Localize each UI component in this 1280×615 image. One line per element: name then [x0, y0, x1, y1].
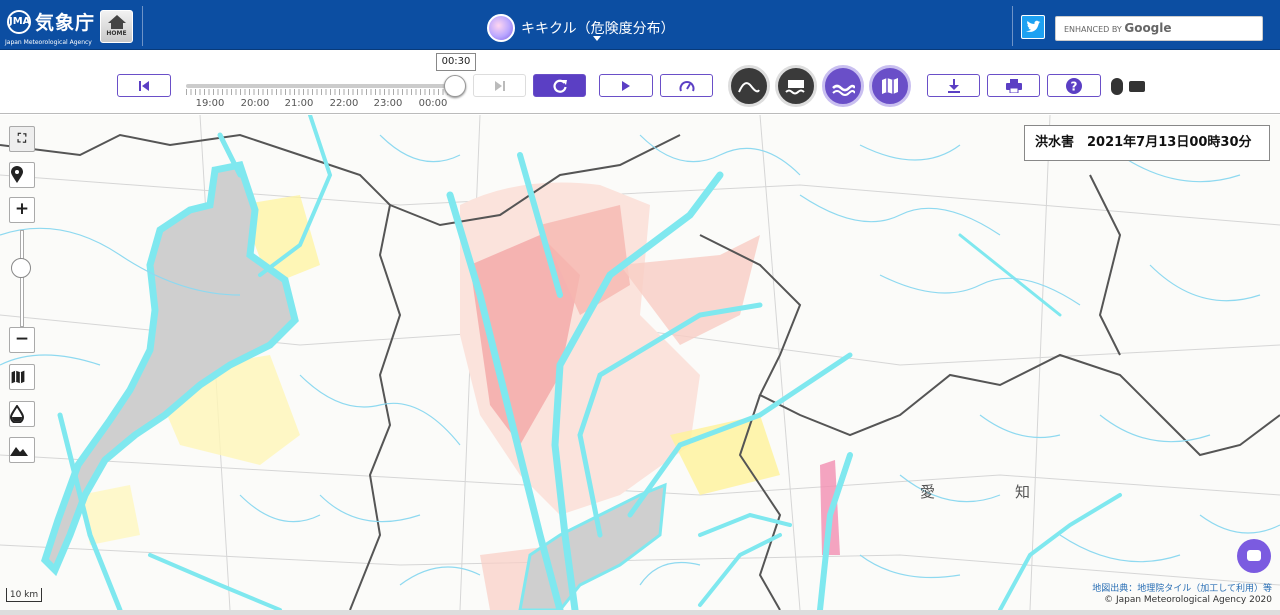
zoom-in-icon: +: [14, 199, 30, 219]
download-icon: [947, 78, 960, 93]
mouse-icon[interactable]: [1111, 78, 1123, 95]
time-slider-ticks: [186, 89, 456, 95]
map-attribution-link[interactable]: 地図出典：地理院タイル（加工して利用）等: [1092, 581, 1272, 594]
map-label-chi: 知: [1015, 483, 1030, 501]
kikikuru-icon: [487, 14, 515, 42]
svg-text:?: ?: [1071, 79, 1078, 93]
landslide-icon: [738, 82, 760, 93]
copyright-text: © Japan Meteorological Agency 2020: [1104, 595, 1272, 605]
twitter-button[interactable]: [1021, 15, 1045, 39]
landslide-layer-button[interactable]: [728, 65, 770, 107]
time-label: 21:00: [284, 98, 314, 109]
help-icon: ?: [1066, 77, 1082, 94]
logo-english-text: Japan Meteorological Agency: [5, 39, 92, 46]
home-label: HOME: [106, 30, 127, 37]
skip-to-end-icon: [494, 80, 505, 91]
print-button[interactable]: [987, 74, 1040, 97]
refresh-icon: [552, 79, 567, 93]
download-button[interactable]: [927, 74, 980, 97]
flood-layer-button[interactable]: [822, 65, 864, 107]
time-slider-track[interactable]: [186, 84, 456, 88]
twitter-icon: [1026, 20, 1041, 32]
fullscreen-button[interactable]: ⛶: [9, 126, 35, 152]
speedometer-icon: [679, 80, 694, 91]
header-divider: [142, 6, 143, 46]
skip-to-start-button[interactable]: [117, 74, 171, 97]
toolbar: 00:30 19:00 20:00 21:00 22:00 23:00 00:0…: [0, 51, 1280, 114]
play-icon: [622, 80, 630, 91]
play-button[interactable]: [599, 74, 653, 97]
inundation-icon: [785, 80, 805, 95]
zoom-out-button[interactable]: −: [9, 327, 35, 353]
jma-emblem-icon: JMA: [7, 10, 31, 34]
map-canvas[interactable]: 愛 知: [0, 115, 1280, 610]
scale-bar: 10 km: [6, 588, 42, 602]
header-bar: JMA 気象庁 Japan Meteorological Agency HOME…: [0, 0, 1280, 50]
help-button[interactable]: ?: [1047, 74, 1101, 97]
map-view[interactable]: 愛 知 ⛶ + − 洪水害 2021年7月13日00時30分 地図出典：地理院タ…: [0, 115, 1280, 610]
chevron-down-icon: [593, 36, 601, 41]
map-layer-button[interactable]: [869, 65, 911, 107]
skip-to-end-button[interactable]: [473, 74, 526, 97]
jma-logo[interactable]: JMA 気象庁 Japan Meteorological Agency: [2, 6, 98, 46]
refresh-button[interactable]: [533, 74, 586, 97]
printer-icon: [1005, 78, 1022, 93]
zoom-slider-track[interactable]: [20, 230, 24, 327]
time-label: 20:00: [240, 98, 270, 109]
chat-button[interactable]: [1237, 539, 1271, 573]
time-slider-thumb[interactable]: [444, 75, 466, 97]
page-title-selector[interactable]: キキクル（危険度分布）: [487, 14, 675, 42]
page-title: キキクル（危険度分布）: [521, 21, 675, 37]
zoom-slider-thumb[interactable]: [11, 258, 31, 278]
terrain-icon: [10, 447, 28, 456]
search-input[interactable]: ENHANCED BY Google: [1055, 16, 1263, 41]
zoom-in-button[interactable]: +: [9, 197, 35, 223]
map-icon: [11, 370, 25, 384]
search-prefix: ENHANCED BY: [1064, 25, 1122, 34]
current-location-button[interactable]: [9, 162, 35, 188]
current-time-tooltip: 00:30: [436, 53, 476, 71]
terrain-layer-button[interactable]: [9, 437, 35, 463]
speed-button[interactable]: [660, 74, 713, 97]
home-icon: [107, 15, 126, 23]
base-map-button[interactable]: [9, 364, 35, 390]
keyboard-icon[interactable]: [1129, 81, 1145, 92]
header-divider: [1012, 6, 1013, 46]
home-button[interactable]: HOME: [100, 10, 133, 43]
skip-to-start-icon: [139, 80, 149, 91]
logo-japanese-text: 気象庁: [35, 12, 96, 34]
fullscreen-icon: ⛶: [17, 131, 27, 145]
water-drop-icon: [10, 405, 24, 423]
time-label: 19:00: [195, 98, 225, 109]
rainfall-layer-button[interactable]: [9, 401, 35, 427]
time-label: 23:00: [373, 98, 403, 109]
zoom-out-icon: −: [14, 329, 30, 349]
inundation-layer-button[interactable]: [775, 65, 817, 107]
time-label: 22:00: [329, 98, 359, 109]
flood-icon: [832, 84, 855, 96]
observation-time-panel: 洪水害 2021年7月13日00時30分: [1024, 125, 1270, 161]
horizontal-scrollbar[interactable]: [0, 610, 1280, 615]
search-brand: Google: [1124, 21, 1172, 35]
location-pin-icon: [11, 166, 23, 183]
map-label-ai: 愛: [920, 483, 935, 501]
time-label: 00:00: [418, 98, 448, 109]
map-icon: [882, 78, 898, 94]
